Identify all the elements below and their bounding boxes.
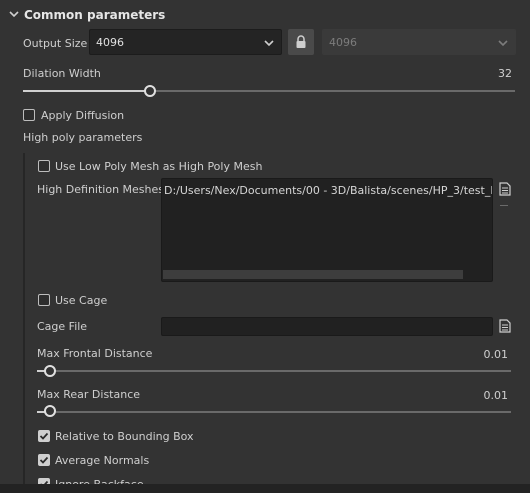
- average-normals-label: Average Normals: [55, 454, 150, 467]
- apply-diffusion-checkbox[interactable]: [23, 109, 35, 121]
- file-icon[interactable]: [499, 319, 511, 333]
- use-cage-label: Use Cage: [55, 294, 108, 307]
- cage-file-label: Cage File: [37, 320, 88, 333]
- max-rear-slider-track[interactable]: [37, 411, 511, 413]
- horizontal-scrollbar[interactable]: [163, 270, 463, 279]
- high-poly-heading: High poly parameters: [23, 131, 143, 144]
- lock-icon: [296, 35, 306, 48]
- remove-mesh-icon[interactable]: [500, 205, 508, 206]
- max-rear-slider-thumb[interactable]: [44, 405, 56, 417]
- average-normals-checkbox[interactable]: [38, 454, 50, 466]
- output-size-height-value: 4096: [329, 35, 357, 49]
- section-header[interactable]: Common parameters: [0, 0, 530, 30]
- use-low-poly-checkbox[interactable]: [38, 160, 50, 172]
- dilation-width-value: 32: [498, 67, 512, 80]
- dilation-width-slider-fill: [23, 90, 149, 92]
- chevron-down-icon: [498, 40, 508, 47]
- use-cage-checkbox[interactable]: [38, 294, 50, 306]
- output-size-label: Output Size: [23, 37, 88, 50]
- bottom-scroll-edge: [0, 484, 530, 493]
- output-size-dropdown[interactable]: 4096: [89, 29, 282, 55]
- max-rear-value: 0.01: [483, 389, 509, 402]
- relative-bbox-label: Relative to Bounding Box: [55, 430, 194, 443]
- use-low-poly-label: Use Low Poly Mesh as High Poly Mesh: [55, 160, 263, 173]
- max-frontal-slider-track[interactable]: [37, 370, 511, 372]
- max-rear-label: Max Rear Distance: [37, 388, 141, 401]
- hd-mesh-path[interactable]: D:/Users/Nex/Documents/00 - 3D/Balista/s…: [164, 184, 492, 197]
- max-frontal-slider-thumb[interactable]: [44, 365, 56, 377]
- max-frontal-value: 0.01: [483, 348, 509, 361]
- dilation-width-label: Dilation Width: [23, 67, 101, 80]
- relative-bbox-checkbox[interactable]: [38, 430, 50, 442]
- hd-meshes-list[interactable]: D:/Users/Nex/Documents/00 - 3D/Balista/s…: [161, 178, 493, 282]
- output-size-height-dropdown: 4096: [322, 29, 516, 55]
- chevron-down-icon[interactable]: [8, 9, 20, 19]
- checkmark-icon: [39, 432, 49, 440]
- lock-ratio-button[interactable]: [288, 29, 314, 55]
- indent-guide: [23, 153, 25, 493]
- checkmark-icon: [39, 456, 49, 464]
- hd-meshes-label: High Definition Meshes: [37, 183, 164, 196]
- dilation-width-slider-thumb[interactable]: [144, 85, 156, 97]
- chevron-down-icon: [264, 40, 274, 47]
- section-title: Common parameters: [24, 8, 166, 22]
- apply-diffusion-label: Apply Diffusion: [41, 109, 125, 122]
- cage-file-input[interactable]: [161, 317, 493, 336]
- max-frontal-label: Max Frontal Distance: [37, 347, 153, 360]
- output-size-value: 4096: [96, 35, 124, 49]
- file-icon[interactable]: [499, 182, 511, 196]
